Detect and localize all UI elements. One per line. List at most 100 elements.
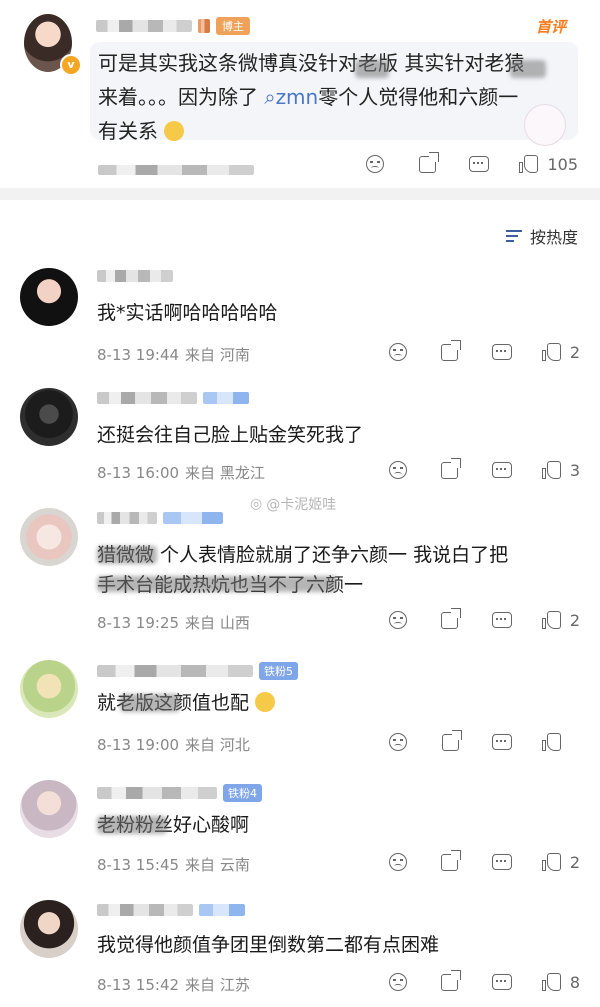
fan-badge: 铁粉4 — [223, 784, 262, 802]
author-badge: 博主 — [216, 17, 250, 35]
thumbs-up-icon — [541, 973, 562, 991]
thumbs-up-icon — [542, 733, 562, 751]
mention-link[interactable]: ⌕zmn — [264, 85, 318, 109]
comment-actions: 2 — [372, 849, 580, 874]
comment-date: 8-13 19:44 — [97, 346, 180, 364]
blurred-username — [96, 20, 192, 32]
avatar[interactable] — [20, 508, 78, 566]
share-button[interactable] — [424, 729, 476, 754]
thumbs-up-icon — [541, 611, 562, 629]
username[interactable] — [97, 512, 223, 524]
blurred-meta — [98, 165, 254, 175]
react-button[interactable] — [372, 730, 424, 754]
blurred-username — [97, 512, 157, 524]
share-button[interactable] — [424, 607, 476, 632]
author-comment: v 博主 首评 可是其实我这条微博真没针对老版 其实针对老猿 来着。。。因为除了… — [0, 0, 600, 190]
share-button[interactable] — [424, 339, 476, 364]
avatar[interactable] — [20, 660, 78, 718]
emoji-reaction-icon — [388, 611, 407, 629]
verified-icon: v — [60, 54, 82, 76]
comment-actions: 2 — [372, 607, 580, 632]
reply-button[interactable] — [476, 608, 528, 632]
like-button[interactable]: 2 — [528, 340, 580, 364]
blurred-username — [97, 904, 193, 916]
sort-icon — [505, 228, 524, 244]
blurred-username — [97, 270, 173, 282]
react-button[interactable] — [372, 850, 424, 874]
reply-button[interactable] — [476, 730, 528, 754]
blur-mask — [97, 546, 157, 564]
comment-text: 老粉粉丝好心酸啊 — [97, 814, 250, 836]
comment-icon — [492, 734, 512, 750]
share-button[interactable] — [424, 457, 476, 482]
comment-location: 来自 黑龙江 — [185, 464, 265, 482]
comment-meta: 8-13 16:00 来自 黑龙江 — [97, 462, 271, 483]
thumbs-up-icon — [519, 155, 539, 173]
avatar[interactable] — [20, 780, 78, 838]
comment-icon — [491, 612, 512, 628]
weibo-logo-icon: ◎ — [250, 496, 263, 512]
like-button[interactable]: 2 — [528, 850, 580, 874]
like-button[interactable]: 8 — [528, 970, 580, 994]
blurred-badge — [203, 392, 249, 404]
like-button[interactable] — [528, 730, 580, 754]
comment-meta — [98, 160, 254, 179]
watermark: ◎ @卡泥姬哇 — [250, 494, 336, 514]
avatar[interactable] — [20, 268, 78, 326]
comment-location: 来自 云南 — [185, 856, 250, 874]
author-name-row[interactable]: 博主 — [96, 17, 250, 35]
avatar[interactable] — [20, 388, 78, 446]
comment-meta: 8-13 15:42 来自 江苏 — [97, 974, 256, 995]
react-button[interactable] — [372, 608, 424, 632]
comment-date: 8-13 15:42 — [97, 976, 180, 994]
blurred-username — [97, 665, 253, 677]
comment-icon — [469, 156, 490, 172]
thumbs-up-icon — [541, 343, 562, 361]
reply-button[interactable] — [476, 340, 528, 364]
comment-actions: 3 — [372, 457, 580, 482]
comment-actions: 105 — [349, 151, 578, 176]
comment-meta: 8-13 19:00 来自 河北 — [97, 734, 256, 755]
react-button[interactable] — [372, 458, 424, 482]
reply-button[interactable] — [476, 850, 528, 874]
share-button[interactable] — [424, 969, 476, 994]
comment-location: 来自 河南 — [185, 346, 250, 364]
react-button[interactable] — [349, 152, 401, 176]
username[interactable]: 铁粉4 — [97, 784, 262, 802]
share-icon — [441, 607, 462, 629]
like-button[interactable]: 2 — [528, 608, 580, 632]
reply-button[interactable] — [476, 458, 528, 482]
sort-button[interactable]: 按热度 — [505, 224, 578, 248]
comment-date: 8-13 19:00 — [97, 736, 180, 754]
username[interactable] — [97, 392, 249, 404]
react-button[interactable] — [372, 340, 424, 364]
like-count: 2 — [569, 342, 580, 362]
watermark-text: @卡泥姬哇 — [266, 497, 337, 513]
comment-date: 8-13 19:25 — [97, 614, 180, 632]
avatar[interactable] — [20, 900, 78, 958]
reply-button[interactable] — [453, 152, 505, 176]
blur-mask — [120, 694, 180, 712]
comment-meta: 8-13 19:25 来自 山西 — [97, 612, 256, 633]
sort-label: 按热度 — [529, 228, 578, 247]
emoji-reaction-icon — [388, 853, 407, 871]
share-icon — [441, 969, 462, 991]
comment-icon — [491, 344, 512, 360]
username[interactable]: 铁粉5 — [97, 662, 298, 680]
comment-actions — [372, 729, 580, 754]
blur-mask — [355, 60, 389, 78]
username[interactable] — [97, 904, 245, 916]
mention-text[interactable]: zmn — [276, 85, 319, 109]
username[interactable] — [97, 270, 173, 282]
comment-line: 猎微微 个人表情脸就崩了还争六颜一 我说白了把 — [97, 544, 509, 566]
share-icon — [418, 151, 439, 173]
react-button[interactable] — [372, 970, 424, 994]
like-button[interactable]: 3 — [528, 458, 580, 482]
share-button[interactable] — [424, 849, 476, 874]
blurred-username — [97, 787, 217, 799]
share-button[interactable] — [401, 151, 453, 176]
comment-actions: 2 — [372, 339, 580, 364]
like-button[interactable]: 105 — [505, 152, 578, 176]
reply-button[interactable] — [476, 970, 528, 994]
like-count: 2 — [569, 852, 580, 872]
